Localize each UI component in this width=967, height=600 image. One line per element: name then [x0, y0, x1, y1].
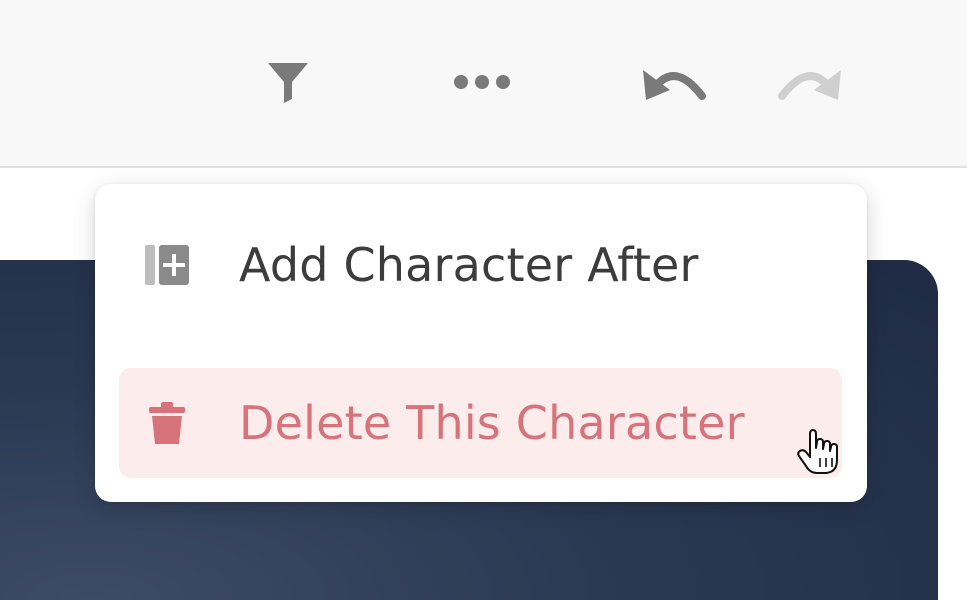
redo-button[interactable]: [772, 56, 846, 108]
filter-icon: [268, 63, 308, 103]
trash-icon: [143, 399, 191, 447]
add-column-icon: [143, 241, 191, 289]
delete-character-label: Delete This Character: [239, 396, 745, 450]
add-character-after-item[interactable]: Add Character After: [119, 210, 842, 320]
context-menu: Add Character After Delete This Characte…: [95, 184, 867, 502]
toolbar: [0, 0, 967, 168]
undo-icon: [643, 70, 706, 100]
undo-button[interactable]: [638, 56, 712, 108]
redo-icon: [778, 70, 841, 100]
more-options-button[interactable]: [450, 56, 514, 108]
delete-character-item[interactable]: Delete This Character: [119, 368, 842, 478]
filter-button[interactable]: [262, 56, 314, 108]
more-horizontal-icon: [454, 75, 510, 89]
add-character-after-label: Add Character After: [239, 238, 699, 292]
